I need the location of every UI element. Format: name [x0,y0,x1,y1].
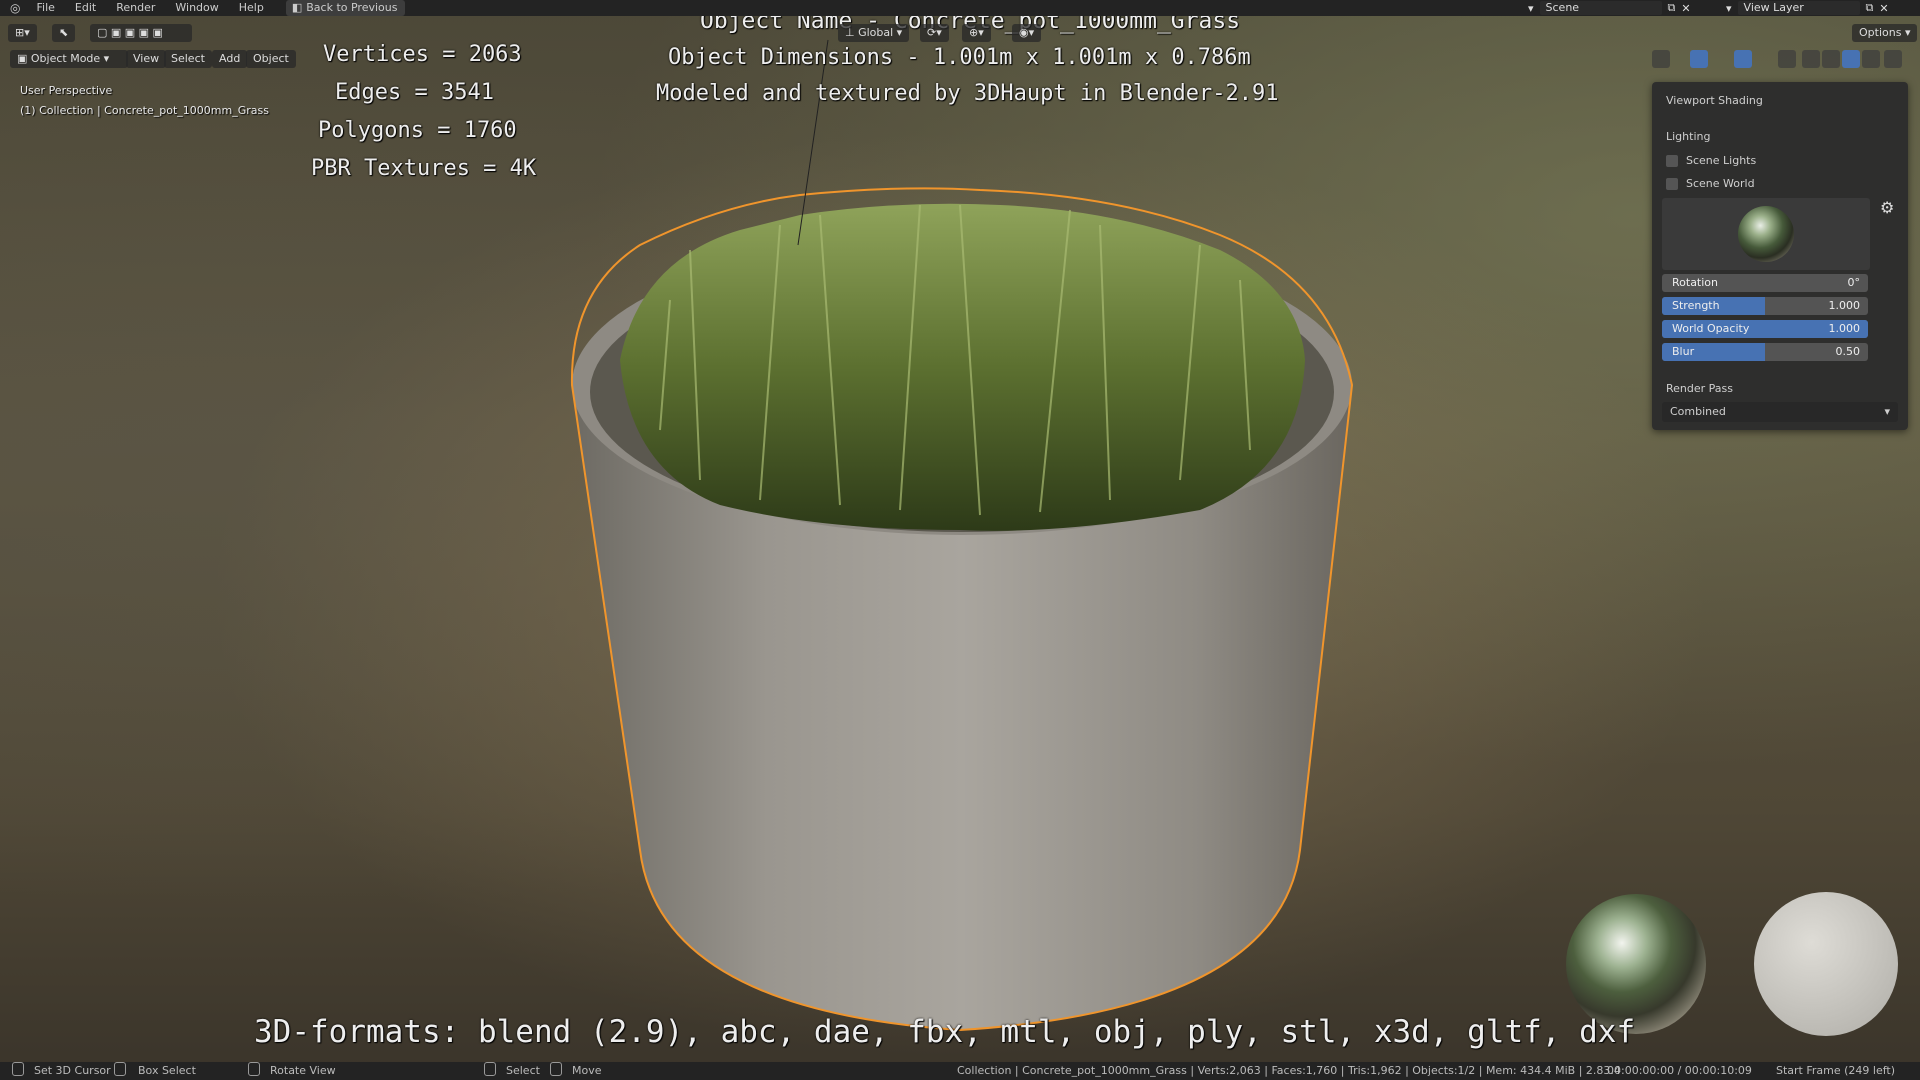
scene-selector[interactable]: ▾ Scene ⧉ ✕ [1528,0,1691,16]
menu-add[interactable]: Add [212,50,248,68]
scene-close-icon[interactable]: ✕ [1681,2,1690,15]
status-select: Select [506,1064,540,1077]
view-layer-selector[interactable]: ▾ View Layer ⧉ ✕ [1726,0,1889,16]
view-layer-new-icon[interactable]: ⧉ [1866,1,1874,15]
menu-view[interactable]: View [126,50,167,68]
options-label: Options [1859,26,1902,39]
menu-help[interactable]: Help [229,0,274,16]
world-opacity-label: World Opacity [1672,322,1750,335]
render-pass-value: Combined [1670,405,1726,418]
render-pass-dropdown[interactable]: Combined ▾ [1662,402,1898,422]
back-to-previous-label: Back to Previous [306,1,398,14]
chevron-down-icon: ▾ [1884,405,1890,418]
status-box-select: Box Select [138,1064,196,1077]
stat-edges: Edges = 3541 [335,80,494,105]
stat-textures: PBR Textures = 4K [311,156,537,181]
hdri-settings-gear-icon[interactable]: ⚙ [1880,198,1894,217]
solid-shading-icon[interactable] [1822,50,1840,68]
menu-render[interactable]: Render [106,0,165,16]
scene-icon: ▾ [1528,1,1534,15]
orientation-dropdown[interactable]: ⊥ Global ▾ [838,24,910,42]
orientation-label: Global [858,26,894,39]
scene-new-icon[interactable]: ⧉ [1668,1,1676,15]
proportional-edit-icon[interactable]: ◉▾ [1012,24,1042,42]
material-preview-shading-icon[interactable] [1842,50,1860,68]
status-scene-stats: Collection | Concrete_pot_1000mm_Grass |… [957,1064,1621,1077]
rotation-slider[interactable]: Rotation 0° [1662,274,1868,292]
scene-field[interactable]: Scene [1539,1,1662,15]
status-start-frame: Start Frame (249 left) [1776,1064,1896,1077]
view-collection: (1) Collection | Concrete_pot_1000mm_Gra… [20,104,269,117]
object-mode-label: Object Mode [30,52,101,65]
lighting-label: Lighting [1666,130,1711,143]
stat-polygons: Polygons = 1760 [318,118,517,143]
scene-lights-label: Scene Lights [1686,154,1757,167]
view-layer-field[interactable]: View Layer [1737,1,1860,15]
rotation-label: Rotation [1672,276,1719,289]
object-mode-icon: ▣ [17,52,31,65]
menu-select[interactable]: Select [164,50,212,68]
viewport-shading-panel: Viewport Shading Lighting Scene Lights S… [1652,82,1908,430]
back-to-previous-button[interactable]: ◧ Back to Previous [285,0,406,16]
blur-slider[interactable]: Blur 0.50 [1662,343,1868,361]
blur-value: 0.50 [1835,345,1861,358]
world-opacity-value: 1.000 [1828,322,1861,335]
scene-world-label: Scene World [1686,177,1755,190]
selection-mode-buttons[interactable]: ▢ ▣ ▣ ▣ ▣ [90,24,192,42]
orientation-icon: ⊥ [845,26,859,39]
blur-label: Blur [1672,345,1695,358]
status-time: 00:00:00:00 / 00:00:10:09 [1607,1064,1752,1077]
wireframe-shading-icon[interactable] [1802,50,1820,68]
hdri-selector[interactable] [1662,198,1870,270]
rendered-shading-icon[interactable] [1862,50,1880,68]
concrete-pot-render [570,39,1898,1036]
select-tool-icon[interactable]: ⬉ [52,24,76,42]
view-layer-close-icon[interactable]: ✕ [1879,2,1888,15]
menu-file[interactable]: File [26,0,64,16]
menu-window[interactable]: Window [165,0,228,16]
rotation-value: 0° [1847,276,1861,289]
view-perspective: User Perspective [20,84,113,97]
xray-icon[interactable] [1778,50,1796,68]
status-move: Move [572,1064,602,1077]
world-opacity-slider[interactable]: World Opacity 1.000 [1662,320,1868,338]
viewport-header: ⊞▾ ⬉ ▢ ▣ ▣ ▣ ▣ ▣ Object Mode ▾ View Sele… [0,16,1920,68]
hdri-preview-sphere [1566,894,1706,1034]
status-bar: Set 3D Cursor Box Select Rotate View Sel… [0,1062,1920,1080]
snap-icon[interactable]: ⊕▾ [962,24,991,42]
editor-type-button[interactable]: ⊞▾ [8,24,37,42]
view-layer-icon: ▾ [1726,1,1732,15]
blender-logo-icon[interactable]: ◎ [0,1,26,15]
visibility-icon[interactable] [1652,50,1670,68]
pivot-icon[interactable]: ⟳▾ [920,24,949,42]
strength-slider[interactable]: Strength 1.000 [1662,297,1868,315]
strength-value: 1.000 [1828,299,1861,312]
strength-label: Strength [1672,299,1720,312]
3d-viewport[interactable]: Vertices = 2063 Edges = 3541 Polygons = … [0,0,1920,1080]
shading-panel-title: Viewport Shading [1666,94,1763,107]
menu-edit[interactable]: Edit [65,0,106,16]
scene-lights-checkbox[interactable] [1666,155,1678,167]
back-arrow-icon: ◧ [291,1,303,14]
options-dropdown[interactable]: Options ▾ [1852,24,1918,42]
status-set-cursor: Set 3D Cursor [34,1064,111,1077]
diffuse-preview-sphere [1754,892,1898,1036]
menu-object[interactable]: Object [246,50,296,68]
overlay-icon[interactable] [1734,50,1752,68]
formats-text: 3D-formats: blend (2.9), abc, dae, fbx, … [254,1014,1636,1050]
credit-text: Modeled and textured by 3DHaupt in Blend… [656,81,1279,106]
shading-options-chevron-icon[interactable] [1884,50,1902,68]
gizmo-icon[interactable] [1690,50,1708,68]
status-rotate-view: Rotate View [270,1064,336,1077]
render-pass-label: Render Pass [1666,382,1733,395]
scene-world-checkbox[interactable] [1666,178,1678,190]
object-mode-dropdown[interactable]: ▣ Object Mode ▾ [10,50,128,68]
hdri-thumbnail[interactable] [1738,206,1794,262]
